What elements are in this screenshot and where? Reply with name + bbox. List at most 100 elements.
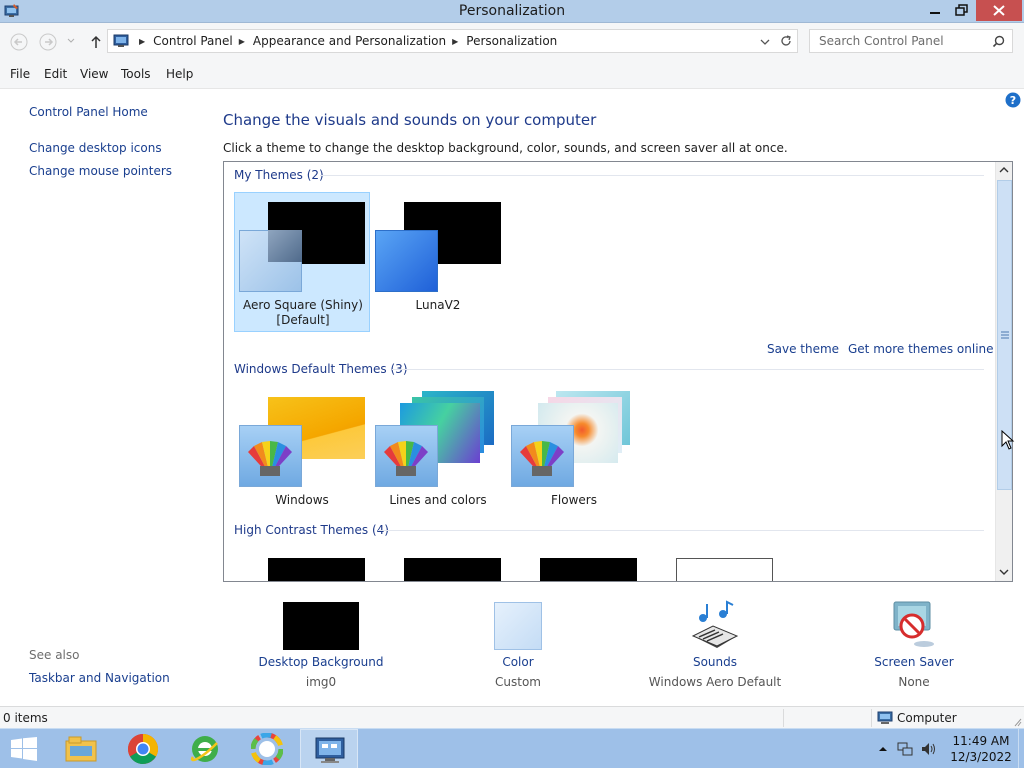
sidebar-link-change-mouse-pointers[interactable]: Change mouse pointers: [29, 164, 172, 178]
page-title: Change the visuals and sounds on your co…: [223, 111, 597, 129]
taskbar-file-explorer[interactable]: [52, 729, 110, 768]
theme-name: Windows: [275, 493, 329, 507]
setting-label[interactable]: Color: [428, 655, 608, 669]
setting-label[interactable]: Desktop Background: [231, 655, 411, 669]
group-divider: [378, 530, 984, 531]
theme-thumbnail-color: [375, 230, 438, 292]
control-panel-icon: [315, 737, 345, 763]
close-icon: [993, 5, 1005, 16]
breadcrumb-separator-icon: ▶: [452, 37, 459, 46]
control-panel-icon: [113, 34, 129, 47]
start-button[interactable]: [0, 729, 48, 768]
theme-high-contrast-1[interactable]: [268, 558, 365, 581]
show-desktop-button[interactable]: [1018, 729, 1024, 768]
search-input[interactable]: Search Control Panel: [809, 29, 1013, 53]
taskbar-control-panel[interactable]: [300, 729, 358, 768]
show-hidden-icons-chevron-icon[interactable]: [875, 741, 891, 757]
theme-lunav2[interactable]: LunaV2: [370, 192, 506, 332]
minimize-button[interactable]: [922, 0, 948, 21]
scroll-down-icon[interactable]: [999, 568, 1009, 576]
status-bar: 0 items Computer: [0, 706, 1024, 728]
theme-flowers[interactable]: Flowers: [506, 387, 642, 527]
breadcrumb-separator-icon: ▶: [139, 37, 146, 46]
recent-locations-chevron-icon[interactable]: [66, 36, 76, 46]
page-subtitle: Click a theme to change the desktop back…: [223, 141, 788, 155]
file-explorer-icon: [65, 736, 97, 762]
menu-tools[interactable]: Tools: [121, 67, 151, 81]
theme-thumbnail-overlap: [268, 230, 302, 262]
system-clock[interactable]: 11:49 AM 12/3/2022: [946, 733, 1016, 765]
color-fan-icon: [239, 425, 302, 487]
group-header-my-themes[interactable]: My Themes (2): [234, 168, 324, 182]
restore-button[interactable]: [949, 0, 975, 21]
close-button[interactable]: [976, 0, 1022, 21]
taskbar-chrome[interactable]: [114, 729, 172, 768]
up-button[interactable]: [87, 33, 105, 51]
breadcrumb: ▶ Control Panel ▶ Appearance and Personaliz…: [133, 34, 557, 48]
network-icon[interactable]: [897, 741, 913, 757]
sounds-icon: [691, 600, 739, 648]
theme-aero-square[interactable]: Aero Square (Shiny) [Default]: [234, 192, 370, 332]
see-also-label: See also: [29, 648, 80, 662]
title-bar[interactable]: Personalization: [0, 0, 1024, 23]
theme-high-contrast-2[interactable]: [404, 558, 501, 581]
screen-saver-icon: [893, 601, 934, 647]
color-fan-icon: [511, 425, 574, 487]
menu-file[interactable]: File: [10, 67, 30, 81]
group-divider: [320, 175, 984, 176]
svg-text:?: ?: [1010, 94, 1016, 107]
theme-lines-and-colors[interactable]: Lines and colors: [370, 387, 506, 527]
mouse-cursor-icon: [1001, 430, 1015, 450]
save-theme-link[interactable]: Save theme: [767, 342, 839, 356]
size-grip-icon[interactable]: [1014, 717, 1022, 727]
volume-icon[interactable]: [920, 741, 936, 757]
status-divider: [783, 709, 784, 727]
menu-edit[interactable]: Edit: [44, 67, 67, 81]
chrome-icon: [127, 734, 159, 764]
back-button[interactable]: [10, 33, 28, 51]
ie-icon: [190, 736, 218, 762]
setting-value: img0: [305, 675, 337, 689]
sidebar-link-taskbar-navigation[interactable]: Taskbar and Navigation: [29, 671, 170, 685]
status-divider: [871, 709, 872, 727]
address-bar[interactable]: ▶ Control Panel ▶ Appearance and Personaliz…: [107, 29, 798, 53]
sidebar-link-change-desktop-icons[interactable]: Change desktop icons: [29, 141, 162, 155]
minimize-icon: [930, 12, 940, 14]
refresh-icon[interactable]: [779, 34, 793, 48]
theme-name: LunaV2: [415, 298, 461, 312]
theme-name: Aero Square (Shiny): [243, 298, 363, 312]
taskbar-internet-explorer[interactable]: [176, 729, 234, 768]
taskbar: 11:49 AM 12/3/2022: [0, 728, 1024, 768]
color-fan-icon: [375, 425, 438, 487]
window-title: Personalization: [458, 3, 566, 19]
help-icon[interactable]: ?: [1005, 92, 1021, 108]
theme-name: Lines and colors: [389, 493, 487, 507]
scroll-up-icon[interactable]: [999, 166, 1009, 174]
group-header-windows-default[interactable]: Windows Default Themes (3): [234, 362, 408, 376]
theme-name: Flowers: [551, 493, 597, 507]
breadcrumb-personalization[interactable]: Personalization: [466, 34, 557, 48]
setting-label[interactable]: Screen Saver: [824, 655, 1004, 669]
theme-high-contrast-white[interactable]: [676, 558, 773, 581]
get-more-themes-link[interactable]: Get more themes online: [848, 342, 994, 356]
menu-help[interactable]: Help: [166, 67, 193, 81]
forward-button[interactable]: [39, 33, 57, 51]
search-icon[interactable]: [992, 35, 1005, 48]
address-dropdown-chevron-icon[interactable]: [759, 36, 771, 48]
breadcrumb-control-panel[interactable]: Control Panel: [153, 34, 233, 48]
search-placeholder: Search Control Panel: [819, 34, 944, 48]
theme-list[interactable]: My Themes (2) Aero Square (Shiny) [Defau…: [223, 161, 1013, 582]
setting-value: Windows Aero Default: [648, 675, 782, 689]
clock-time: 11:49 AM: [952, 734, 1010, 748]
desktop-background-icon: [283, 602, 359, 650]
menu-view[interactable]: View: [80, 67, 108, 81]
breadcrumb-appearance[interactable]: Appearance and Personalization: [253, 34, 446, 48]
setting-label[interactable]: Sounds: [625, 655, 805, 669]
theme-list-scrollbar[interactable]: [995, 162, 1012, 581]
theme-high-contrast-3[interactable]: [540, 558, 637, 581]
setting-value: None: [898, 675, 930, 689]
sidebar-link-control-panel-home[interactable]: Control Panel Home: [29, 105, 148, 119]
taskbar-photos[interactable]: [238, 729, 296, 768]
theme-windows[interactable]: Windows: [234, 387, 370, 527]
group-header-high-contrast[interactable]: High Contrast Themes (4): [234, 523, 389, 537]
